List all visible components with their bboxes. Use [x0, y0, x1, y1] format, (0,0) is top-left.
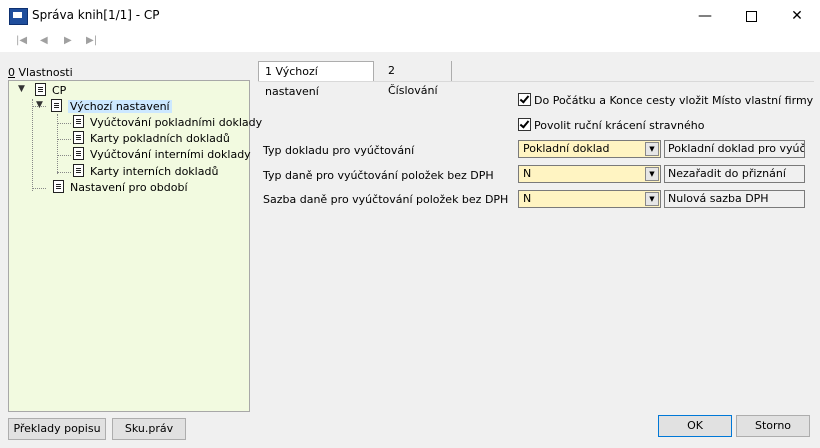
tab-default-settings[interactable]: 1 Výchozí nastavení [258, 61, 374, 98]
tree-node-label: Vyúčtování interními doklady [90, 148, 251, 161]
checkbox-label: Povolit ruční krácení stravného [534, 119, 705, 132]
document-icon [73, 147, 84, 160]
first-record-icon[interactable]: |◀ [16, 35, 27, 46]
tree-connector [32, 188, 46, 189]
close-button[interactable]: ✕ [774, 0, 820, 32]
tax-type-label: Typ daně pro vyúčtování položek bez DPH [263, 169, 494, 182]
document-icon [73, 115, 84, 128]
collapse-icon[interactable]: ▼ [18, 84, 25, 94]
chevron-down-icon[interactable]: ▼ [645, 142, 659, 156]
doc-type-description: Pokladní doklad pro vyúčtov [664, 140, 805, 158]
tree-node-label: Nastavení pro období [70, 181, 188, 194]
checkbox-checked-icon [518, 93, 531, 106]
record-navigation-bar: |◀ ◀ ▶ ▶| [0, 32, 820, 52]
previous-record-icon[interactable]: ◀ [40, 35, 48, 46]
app-icon [9, 8, 28, 25]
window-title: Správa knih[1/1] - CP [32, 8, 160, 22]
tree-connector [57, 139, 71, 140]
tree-connector [57, 123, 71, 124]
document-icon [35, 83, 46, 96]
tax-rate-select[interactable]: N ▼ [518, 190, 661, 208]
tree-connector [32, 99, 33, 191]
tree-node-internal-settlement[interactable]: Vyúčtování interními doklady [73, 147, 251, 163]
tax-rate-description: Nulová sazba DPH [664, 190, 805, 208]
tax-type-description: Nezařadit do přiznání [664, 165, 805, 183]
ok-button[interactable]: OK [658, 415, 732, 437]
document-icon [53, 180, 64, 193]
tree-node-root[interactable]: CP [35, 83, 66, 99]
properties-tree[interactable]: ▼ CP ▼ Výchozí nastavení Vyúčtování pokl… [8, 80, 262, 412]
document-icon [51, 99, 62, 112]
allow-meal-reduction-checkbox[interactable]: Povolit ruční krácení stravného [518, 118, 704, 132]
last-record-icon[interactable]: ▶| [86, 35, 97, 46]
translations-button[interactable]: Překlady popisu [8, 418, 106, 440]
rights-button[interactable]: Sku.práv [112, 418, 186, 440]
tree-node-default-settings[interactable]: Výchozí nastavení [51, 99, 172, 115]
doc-type-value: Pokladní doklad [523, 142, 610, 155]
tree-node-cash-settlement[interactable]: Vyúčtování pokladními doklady [73, 115, 262, 131]
cancel-button[interactable]: Storno [736, 415, 810, 437]
chevron-down-icon[interactable]: ▼ [645, 192, 659, 206]
minimize-button[interactable]: — [682, 0, 728, 32]
tax-rate-label: Sazba daně pro vyúčtování položek bez DP… [263, 193, 509, 206]
doc-type-select[interactable]: Pokladní doklad ▼ [518, 140, 661, 158]
tree-node-internal-cards[interactable]: Karty interních dokladů [73, 164, 218, 180]
tax-type-value: N [523, 167, 532, 180]
maximize-icon [745, 10, 757, 22]
chevron-down-icon[interactable]: ▼ [645, 167, 659, 181]
doc-type-label: Typ dokladu pro vyúčtování [263, 144, 415, 157]
title-bar: Správa knih[1/1] - CP — ✕ [0, 0, 820, 32]
tree-node-label: Karty pokladních dokladů [90, 132, 230, 145]
properties-tab-hotkey: 0 [8, 66, 15, 79]
tab-divider [258, 81, 814, 82]
tab-numbering[interactable]: 2 Číslování [382, 61, 452, 97]
tree-node-label: CP [52, 84, 67, 97]
tree-node-label: Výchozí nastavení [68, 100, 172, 113]
tree-connector [57, 155, 71, 156]
document-icon [73, 131, 84, 144]
checkbox-label: Do Počátku a Konce cesty vložit Místo vl… [534, 94, 814, 107]
insert-company-location-checkbox[interactable]: Do Počátku a Konce cesty vložit Místo vl… [518, 93, 813, 107]
maximize-button[interactable] [728, 0, 774, 32]
tree-connector [57, 172, 71, 173]
document-icon [73, 164, 84, 177]
tax-rate-value: N [523, 192, 532, 205]
checkbox-checked-icon [518, 118, 531, 131]
tree-node-label: Karty interních dokladů [90, 165, 219, 178]
properties-tab-text: Vlastnosti [15, 66, 73, 79]
properties-tab-label[interactable]: 0 Vlastnosti [8, 66, 73, 79]
collapse-icon[interactable]: ▼ [36, 100, 43, 110]
next-record-icon[interactable]: ▶ [64, 35, 72, 46]
tax-type-select[interactable]: N ▼ [518, 165, 661, 183]
tree-node-cash-cards[interactable]: Karty pokladních dokladů [73, 131, 230, 147]
tree-node-period-settings[interactable]: Nastavení pro období [53, 180, 188, 196]
tree-node-label: Vyúčtování pokladními doklady [90, 116, 263, 129]
